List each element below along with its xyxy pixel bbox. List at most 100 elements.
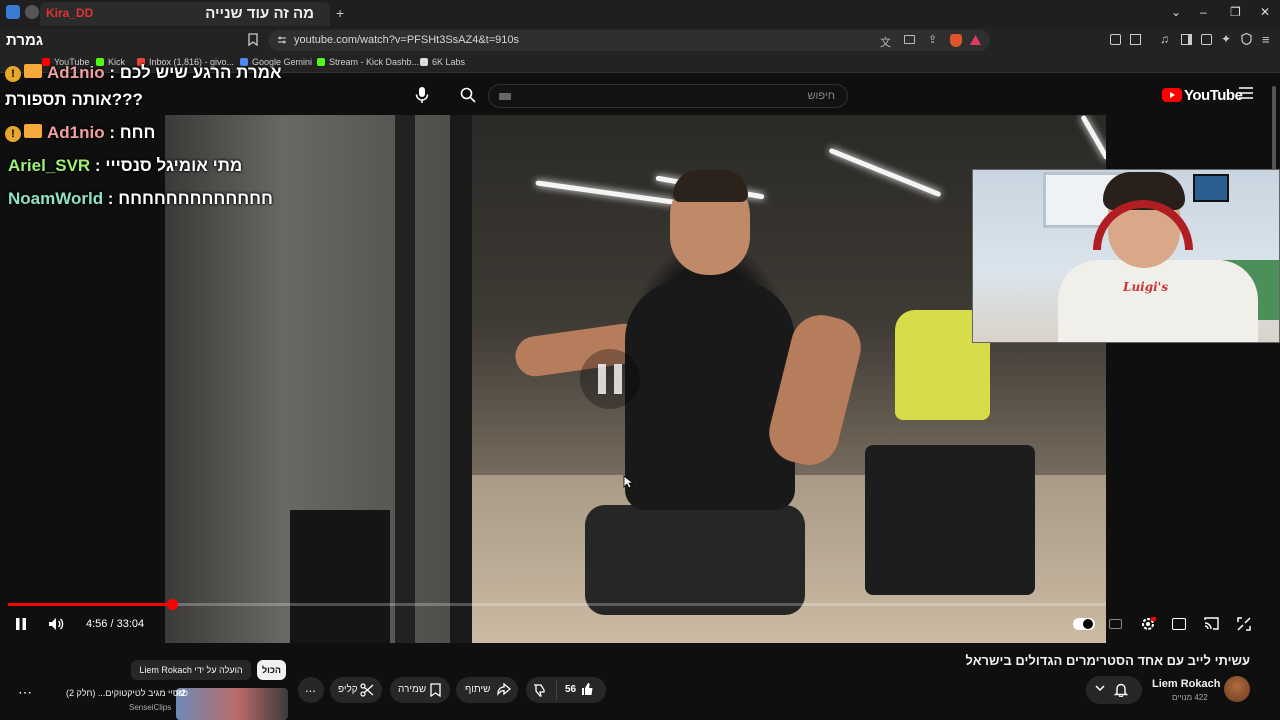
autoplay-toggle[interactable] bbox=[1073, 618, 1095, 630]
folder-icon bbox=[420, 58, 428, 66]
chat-text: ???אותה תספורת bbox=[5, 90, 143, 109]
bookmark-6k-labs[interactable]: 6K Labs bbox=[420, 57, 465, 67]
translate-icon[interactable]: 文 bbox=[880, 34, 891, 50]
like-button[interactable] bbox=[580, 682, 594, 696]
bell-icon bbox=[1114, 682, 1128, 697]
progress-played bbox=[8, 603, 172, 606]
brave-shields-icon[interactable] bbox=[950, 34, 962, 47]
webcam-overlay: Luigi's bbox=[972, 169, 1280, 343]
dislike-button[interactable] bbox=[532, 683, 546, 697]
athlete-torso bbox=[625, 280, 795, 510]
cable-machine-pillar bbox=[450, 115, 472, 643]
chat-text: אמרת הרגע שיש לכם bbox=[119, 63, 282, 82]
share-page-icon[interactable]: ⇪ bbox=[928, 33, 937, 46]
ceiling-light bbox=[535, 180, 675, 205]
video-player[interactable] bbox=[165, 115, 1106, 643]
chat-text: מתי אומיגל סנסייי bbox=[105, 156, 243, 175]
shirt-logo: Luigi's bbox=[1123, 280, 1169, 294]
chat-username: NoamWorld bbox=[8, 189, 104, 208]
site-info-icon[interactable] bbox=[277, 35, 287, 45]
save-icon bbox=[430, 683, 441, 697]
cast-page-icon[interactable] bbox=[904, 35, 915, 44]
cast-icon[interactable] bbox=[1204, 617, 1219, 630]
recommendation-channel[interactable]: SenseiClips bbox=[129, 703, 171, 712]
media-icon[interactable]: ♫ bbox=[1160, 32, 1169, 46]
kick-icon bbox=[317, 58, 325, 66]
scrollbar-thumb[interactable] bbox=[1272, 86, 1276, 170]
chip-uploader[interactable]: הועלה על ידי Liem Rokach bbox=[131, 660, 251, 680]
clip-label: קליפ bbox=[338, 684, 358, 695]
ceiling-light bbox=[828, 147, 942, 198]
keyboard-icon[interactable] bbox=[499, 93, 511, 100]
youtube-logo-text[interactable]: YouTube bbox=[1184, 87, 1243, 104]
account-icon[interactable] bbox=[25, 5, 39, 19]
athlete-hair bbox=[673, 170, 748, 202]
address-bar[interactable]: youtube.com/watch?v=PFSHt3SsAZ4&t=910s 文… bbox=[268, 30, 990, 51]
recommendation-title[interactable]: סנסיי מגיב לטיקטוקים... (חלק 2) bbox=[66, 688, 188, 698]
chat-message: ! Ad1nio : אמרת הרגע שיש לכם bbox=[5, 63, 282, 83]
search-input[interactable]: חיפוש bbox=[488, 84, 848, 108]
extensions-icon[interactable] bbox=[1110, 34, 1121, 45]
brave-rewards-icon[interactable] bbox=[970, 35, 981, 45]
moderator-badge-icon: ! bbox=[5, 66, 21, 82]
pause-indicator-icon bbox=[580, 349, 640, 409]
bookmark-kick-dashboard[interactable]: Stream - Kick Dashb... bbox=[317, 57, 419, 67]
share-icon bbox=[497, 683, 511, 696]
wallet-icon[interactable] bbox=[1201, 34, 1212, 45]
scissors-icon bbox=[360, 683, 374, 697]
share-label: שיתוף bbox=[465, 684, 491, 695]
chip-all[interactable]: הכול bbox=[257, 660, 286, 680]
clip-button[interactable]: קליפ bbox=[330, 677, 382, 703]
fullscreen-icon[interactable] bbox=[1237, 617, 1251, 631]
menu-icon[interactable]: ≡ bbox=[1262, 32, 1270, 47]
voice-search-icon[interactable] bbox=[415, 86, 429, 104]
chat-text: חחח bbox=[119, 123, 156, 142]
youtube-logo-icon[interactable] bbox=[1162, 88, 1182, 102]
minimize-icon[interactable]: – bbox=[1200, 5, 1207, 19]
reader-icon[interactable] bbox=[1130, 34, 1141, 45]
active-tab[interactable]: Kira_DD מה זה עוד שנייה bbox=[40, 2, 330, 26]
video-title: עשיתי לייב עם אחד הסטרימרים הגדולים בישר… bbox=[965, 653, 1250, 668]
streamer-shirt bbox=[1058, 260, 1258, 342]
chat-text: חחחחחחחחחחחחח bbox=[118, 189, 273, 208]
side-panel-title: גמרת bbox=[6, 32, 44, 49]
tab-list-icon[interactable]: ⌄ bbox=[1171, 5, 1181, 19]
weight-stack bbox=[290, 510, 390, 643]
close-window-icon[interactable]: ✕ bbox=[1260, 5, 1270, 19]
search-icon[interactable] bbox=[460, 87, 476, 103]
miniplayer-icon[interactable] bbox=[1172, 618, 1186, 630]
more-actions-button[interactable]: ... bbox=[298, 677, 324, 703]
chat-username: Ad1nio bbox=[47, 63, 105, 82]
browser-tab-bar: Kira_DD מה זה עוד שנייה + ⌄ – ❐ ✕ bbox=[0, 0, 1280, 28]
url-text: youtube.com/watch?v=PFSHt3SsAZ4&t=910s bbox=[294, 34, 520, 46]
settings-icon[interactable] bbox=[1140, 616, 1156, 632]
search-placeholder: חיפוש bbox=[807, 90, 835, 102]
leo-ai-icon[interactable]: ✦ bbox=[1221, 32, 1231, 46]
subtitles-icon[interactable] bbox=[1109, 619, 1122, 629]
save-button[interactable]: שמירה bbox=[390, 677, 450, 703]
recommendation-thumbnail[interactable] bbox=[176, 688, 288, 720]
chat-username: Ariel_SVR bbox=[8, 156, 91, 175]
volume-icon[interactable] bbox=[48, 617, 64, 631]
recommendation-menu-button[interactable]: ⋯ bbox=[18, 684, 32, 701]
vpn-icon[interactable] bbox=[1241, 33, 1252, 45]
channel-name[interactable]: Liem Rokach bbox=[1152, 678, 1220, 690]
channel-avatar[interactable] bbox=[1224, 676, 1250, 702]
cable-machine-frame bbox=[395, 115, 415, 643]
more-actions-label: ... bbox=[305, 680, 316, 695]
bookmark-icon[interactable] bbox=[248, 33, 258, 46]
new-tab-button[interactable]: + bbox=[336, 5, 344, 21]
wall-picture bbox=[1193, 174, 1229, 202]
notification-button[interactable] bbox=[1086, 676, 1142, 704]
chat-message: ! Ad1nio : חחח bbox=[5, 123, 155, 143]
pause-button[interactable] bbox=[14, 617, 28, 631]
gym-machine bbox=[865, 445, 1035, 595]
tab-overlay-text: Kira_DD bbox=[46, 6, 94, 20]
maximize-icon[interactable]: ❐ bbox=[1230, 5, 1241, 19]
autoplay-knob bbox=[1083, 619, 1093, 629]
share-button[interactable]: שיתוף bbox=[456, 677, 518, 703]
guide-menu-icon[interactable] bbox=[1239, 87, 1253, 99]
sidebar-toggle-icon[interactable] bbox=[1181, 34, 1192, 45]
progress-scrubber[interactable] bbox=[167, 599, 178, 610]
tab-title: מה זה עוד שנייה bbox=[205, 5, 314, 22]
